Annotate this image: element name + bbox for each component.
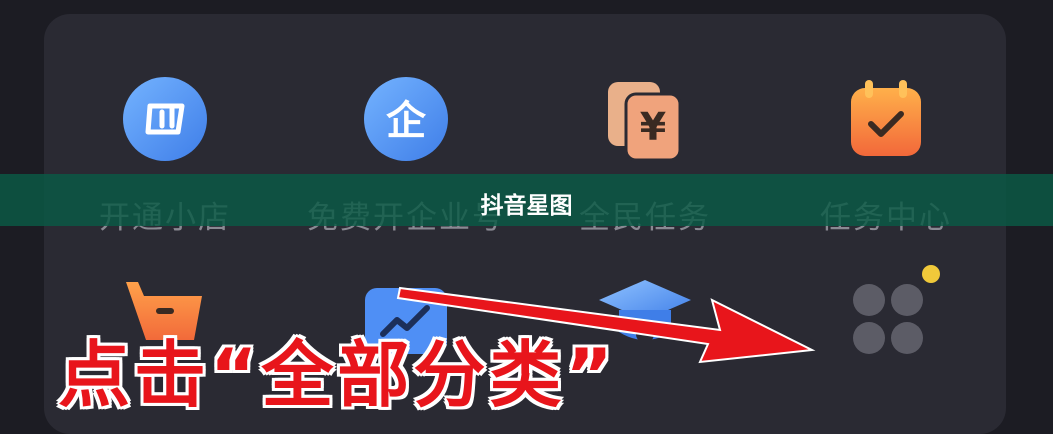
enterprise-icon: 企 (364, 77, 448, 161)
annotation-text: 点击“全部分类” (58, 333, 617, 417)
banner-title: 抖音星图 (480, 193, 573, 219)
grid-item-all-categories[interactable] (766, 262, 1006, 400)
calendar-check-icon (851, 80, 921, 156)
shop-icon (123, 77, 207, 161)
yuan-cards-icon: ¥ (608, 82, 682, 162)
svg-text:企: 企 (386, 98, 427, 144)
notification-dot-icon (922, 265, 940, 283)
four-dots-icon (853, 265, 940, 354)
svg-text:¥: ¥ (640, 105, 666, 149)
